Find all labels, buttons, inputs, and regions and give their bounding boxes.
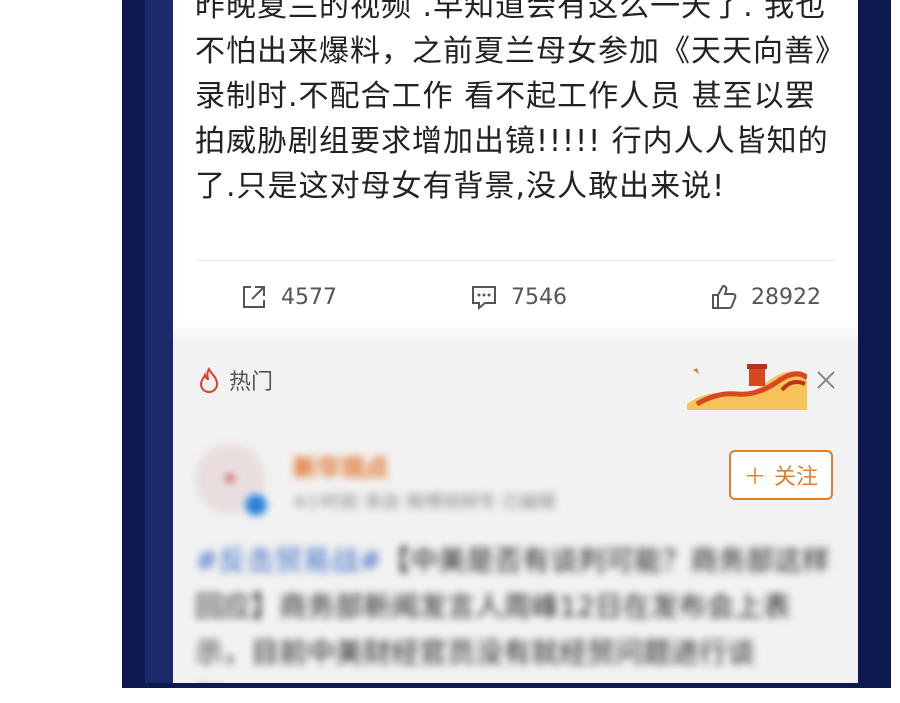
share-count: 4577 <box>281 284 337 310</box>
follow-button[interactable]: ＋ 关注 <box>729 450 833 500</box>
hot-label: 热门 <box>229 370 274 395</box>
hot-header: 热门 <box>195 364 273 396</box>
verified-icon <box>243 492 269 518</box>
comment-button[interactable]: 7546 <box>469 270 567 324</box>
comment-icon <box>472 286 496 311</box>
fire-icon <box>199 366 219 394</box>
comment-count: 7546 <box>511 284 567 310</box>
post-divider <box>195 260 836 261</box>
post-actions: 4577 7546 28922 <box>173 270 858 324</box>
share-button[interactable]: 4577 <box>239 270 337 324</box>
plus-icon: ＋ <box>743 465 766 490</box>
like-button[interactable]: 28922 <box>709 270 821 324</box>
post-text: 昨晚夏兰的视频 .早知道会有这么一天了. 我也不怕出来爆料，之前夏兰母女参加《天… <box>195 0 831 204</box>
weibo-screen: 昨晚夏兰的视频 .早知道会有这么一天了. 我也不怕出来爆料，之前夏兰母女参加《天… <box>173 0 858 683</box>
post-meta: 4小时前 来自 微博视频号 已编辑 <box>293 492 556 513</box>
hot-section: 热门 ✦ 新华观点 4小时前 来自 微博视频号 已编辑 #反击贸易战#【中美是否… <box>173 340 858 683</box>
follow-label: 关注 <box>774 465 819 490</box>
close-icon[interactable] <box>814 368 838 392</box>
hashtag-link[interactable]: #反击贸易战# <box>195 544 382 577</box>
like-count: 28922 <box>751 284 821 310</box>
great-wall-banner <box>687 364 807 410</box>
recommended-text: #反击贸易战#【中美是否有谈判可能？商务部这样回应】商务部新闻发言人周峰12日在… <box>195 538 835 683</box>
account-name[interactable]: 新华观点 <box>293 448 389 483</box>
share-icon <box>243 286 265 308</box>
like-icon <box>712 284 737 309</box>
